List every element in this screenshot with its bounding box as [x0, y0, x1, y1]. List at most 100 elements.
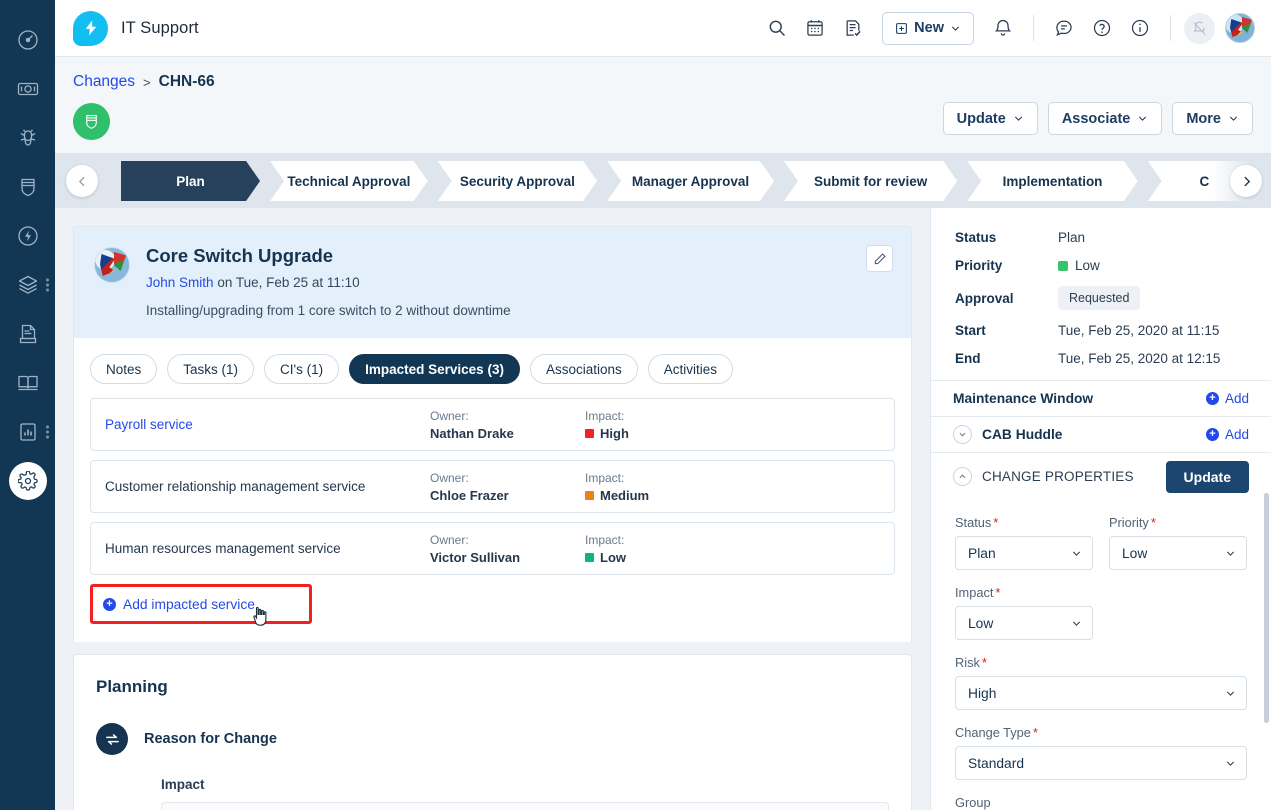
service-owner-field: Owner: Chloe Frazer: [430, 471, 585, 503]
sidebar-item-tickets[interactable]: [0, 65, 55, 113]
brand[interactable]: IT Support: [73, 10, 199, 46]
service-owner-field: Owner: Nathan Drake: [430, 409, 585, 441]
top-bar: IT Support New: [55, 0, 1271, 57]
header-action-buttons: Update Associate More: [942, 102, 1253, 135]
property-value-wrap: Low: [1058, 258, 1100, 273]
sidebar-item-contracts[interactable]: [0, 310, 55, 358]
add-maintenance-window-button[interactable]: + Add: [1205, 390, 1249, 406]
status-label: Status: [955, 515, 992, 531]
risk-label: Risk: [955, 655, 980, 671]
table-row[interactable]: Human resources management service Owner…: [90, 522, 895, 575]
body-column: IT Support New Changes > CHN-66 Update A…: [55, 0, 1271, 810]
help-icon[interactable]: [1085, 11, 1119, 45]
task-list-icon[interactable]: [836, 11, 870, 45]
workflow-prev-button[interactable]: [66, 165, 98, 197]
status-value: Plan: [968, 545, 996, 561]
add-impacted-service-button[interactable]: + Add impacted service: [103, 597, 255, 612]
update-dropdown-button[interactable]: Update: [942, 102, 1038, 135]
user-avatar[interactable]: [1225, 13, 1255, 43]
info-icon[interactable]: [1123, 11, 1157, 45]
sidebar-item-releases[interactable]: [0, 212, 55, 260]
chat-icon[interactable]: [1047, 11, 1081, 45]
brand-title: IT Support: [121, 18, 199, 37]
add-cab-huddle-button[interactable]: + Add: [1205, 427, 1249, 442]
impact-input[interactable]: Click to add Impact: [161, 802, 889, 810]
breadcrumb-current: CHN-66: [158, 73, 215, 90]
tab-impacted-services[interactable]: Impacted Services (3): [349, 354, 520, 384]
workflow-step-security-approval[interactable]: Security Approval: [438, 161, 597, 201]
sidebar-item-analytics[interactable]: [0, 408, 55, 456]
priority-select[interactable]: Low: [1109, 536, 1247, 571]
property-key: Approval: [955, 290, 1014, 306]
field-label: Risk *: [955, 655, 1247, 670]
field-label: Impact *: [955, 585, 1093, 600]
detail-tabs: Notes Tasks (1) CI's (1) Impacted Servic…: [74, 338, 911, 398]
owner-label: Owner:: [430, 470, 469, 485]
field-change-type: Change Type * Standard: [955, 725, 1247, 781]
chevron-up-icon[interactable]: [953, 467, 972, 487]
book-icon: [16, 371, 40, 395]
analytics-overflow-menu[interactable]: [46, 425, 49, 439]
chevron-left-icon: [78, 176, 85, 186]
property-key: End: [955, 351, 981, 366]
add-label: Add: [1224, 390, 1249, 406]
owner-value: Chloe Frazer: [430, 487, 509, 503]
priority-label: Priority: [1109, 515, 1149, 531]
chevron-down-icon: [951, 26, 960, 31]
document-icon: [16, 322, 40, 346]
calendar-icon[interactable]: [798, 11, 832, 45]
new-button[interactable]: New: [882, 11, 974, 45]
required-marker: *: [995, 585, 1001, 601]
table-row[interactable]: Payroll service Owner: Nathan Drake Impa…: [90, 398, 895, 451]
form-row-1: Status * Plan Priority * Low: [955, 515, 1247, 585]
layers-icon: [16, 273, 40, 297]
sidebar-item-assets[interactable]: [0, 261, 55, 309]
status-select[interactable]: Plan: [955, 536, 1093, 571]
update-properties-button[interactable]: Update: [1165, 460, 1249, 493]
tab-activities[interactable]: Activities: [647, 354, 734, 384]
sidebar-item-problems[interactable]: [0, 114, 55, 162]
risk-select[interactable]: High: [955, 676, 1247, 711]
chevron-down-icon[interactable]: [953, 424, 972, 444]
table-row[interactable]: Customer relationship management service…: [90, 460, 895, 513]
workflow-step-manager-approval[interactable]: Manager Approval: [607, 161, 774, 201]
main-column: Core Switch Upgrade John Smith on Tue, F…: [55, 208, 930, 810]
workflow-step-technical-approval[interactable]: Technical Approval: [270, 161, 428, 201]
assets-overflow-menu[interactable]: [46, 278, 49, 292]
bug-icon: [16, 126, 40, 150]
change-type-select[interactable]: Standard: [955, 746, 1247, 781]
exchange-arrows-icon: [96, 723, 128, 755]
workflow-step-plan[interactable]: Plan: [121, 161, 260, 201]
sidebar-item-admin[interactable]: [0, 457, 55, 505]
sidebar-item-solutions[interactable]: [0, 359, 55, 407]
workflow-step-submit-for-review[interactable]: Submit for review: [784, 161, 957, 201]
bell-icon[interactable]: [986, 11, 1020, 45]
maintenance-window-title: Maintenance Window: [953, 390, 1094, 406]
tab-notes[interactable]: Notes: [90, 354, 158, 384]
sidebar-item-changes[interactable]: [0, 163, 55, 211]
more-dropdown-button[interactable]: More: [1172, 102, 1253, 135]
field-priority: Priority * Low: [1109, 515, 1247, 571]
required-marker: *: [1150, 515, 1156, 531]
sidebar-item-dashboard[interactable]: [0, 16, 55, 64]
impact-value-wrap: Low: [585, 550, 740, 565]
mute-icon[interactable]: [1184, 12, 1215, 44]
breadcrumb-parent-link[interactable]: Changes: [73, 73, 135, 91]
service-name-link[interactable]: Payroll service: [105, 417, 430, 432]
author-link[interactable]: John Smith: [146, 275, 214, 290]
chevron-down-icon: [1072, 621, 1081, 626]
left-nav-rail: [0, 0, 55, 810]
impact-select[interactable]: Low: [955, 606, 1093, 641]
edit-button[interactable]: [866, 245, 893, 272]
impact-label: Impact:: [585, 408, 625, 423]
tab-associations[interactable]: Associations: [529, 354, 638, 384]
right-panel-scrollbar[interactable]: [1264, 493, 1269, 723]
search-icon[interactable]: [760, 11, 794, 45]
workflow-step-implementation[interactable]: Implementation: [967, 161, 1138, 201]
service-name: Customer relationship management service: [105, 479, 366, 494]
page-title: Core Switch Upgrade: [146, 245, 334, 266]
tab-cis[interactable]: CI's (1): [264, 354, 340, 384]
tab-tasks[interactable]: Tasks (1): [167, 354, 255, 384]
associate-dropdown-button[interactable]: Associate: [1047, 102, 1163, 135]
workflow-next-button[interactable]: [1230, 165, 1262, 197]
